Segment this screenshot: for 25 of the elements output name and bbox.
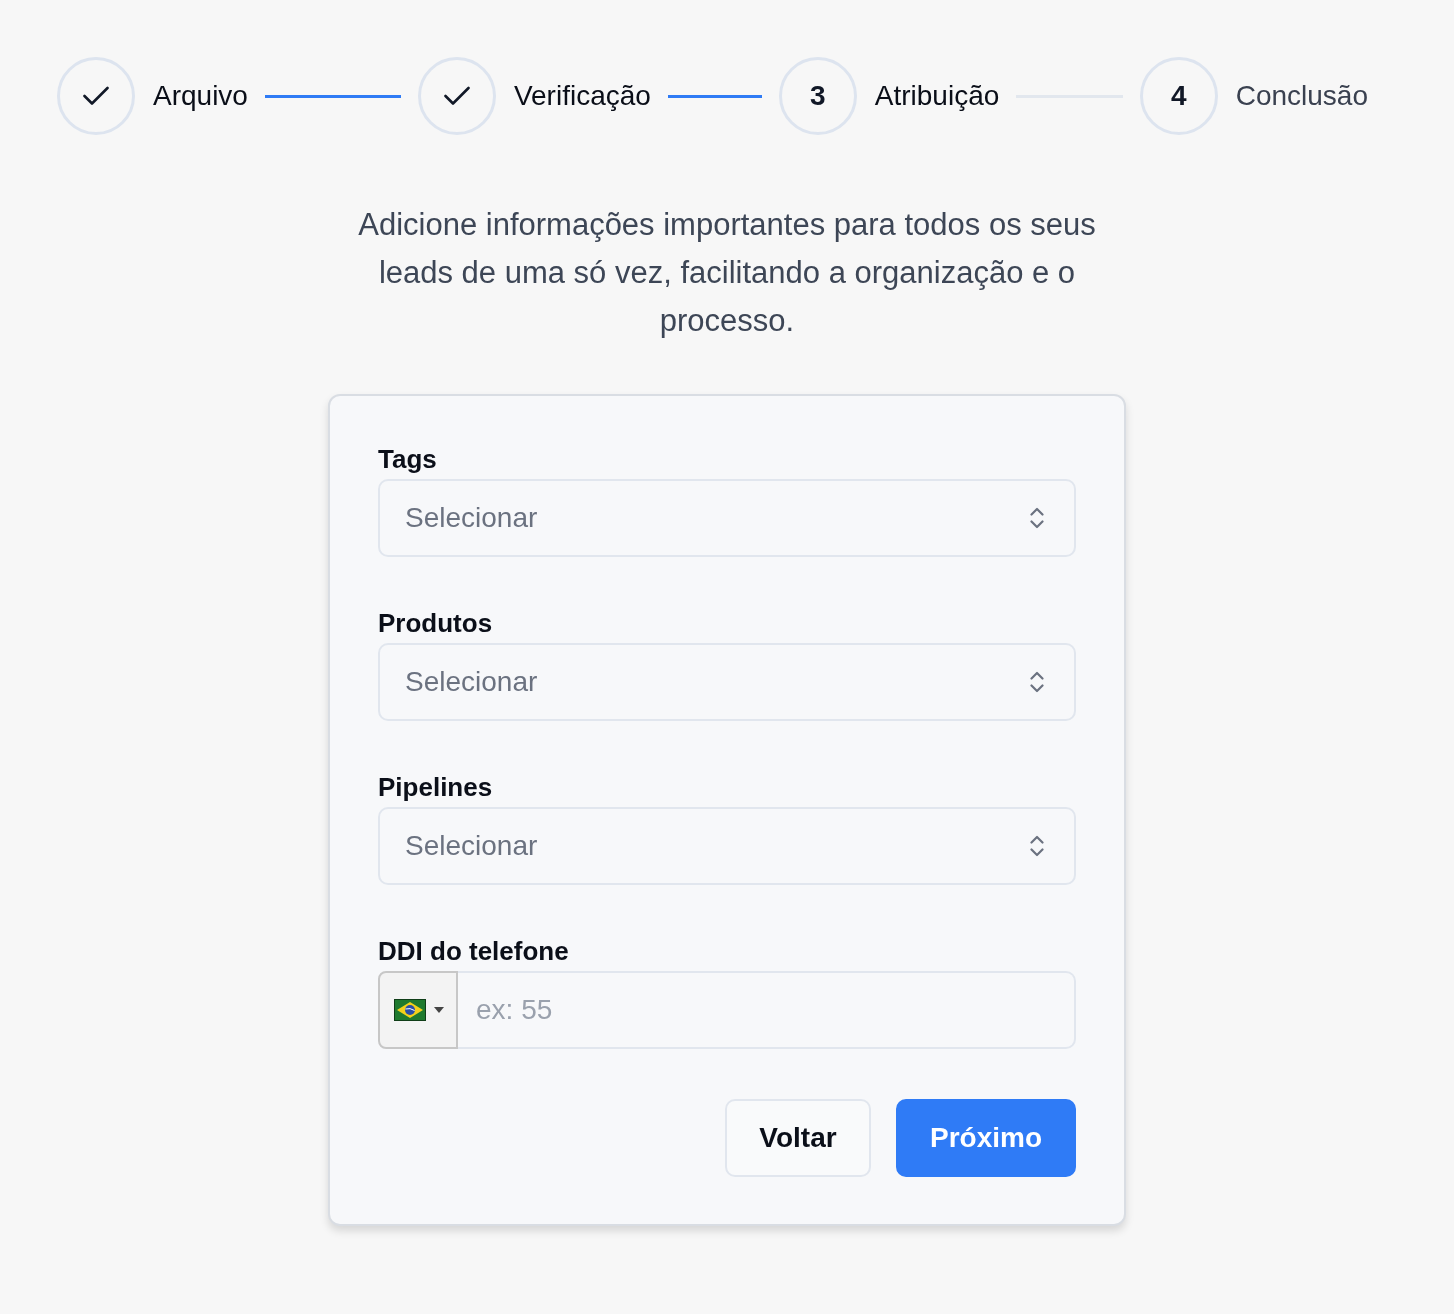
flag-icon xyxy=(394,999,426,1021)
caret-icon xyxy=(434,1007,444,1013)
phone-input[interactable]: ex: 55 xyxy=(458,971,1076,1049)
step-number: 4 xyxy=(1170,82,1187,110)
step-number: 3 xyxy=(810,82,826,110)
field-label: Pipelines xyxy=(378,771,493,804)
step-label: Conclusão xyxy=(1235,79,1368,113)
field-label: Produtos xyxy=(378,607,493,640)
chevron-updown-icon xyxy=(1030,834,1044,858)
step-label: Arquivo xyxy=(153,79,248,113)
field-label: DDI do telefone xyxy=(378,935,569,968)
chevron-updown-icon xyxy=(1030,670,1044,694)
select-field[interactable]: Selecionar xyxy=(378,807,1076,885)
step-label: Atribuição xyxy=(874,79,1000,113)
country-select[interactable] xyxy=(378,971,458,1049)
select-field[interactable]: Selecionar xyxy=(378,479,1076,557)
check-icon xyxy=(83,86,109,106)
back-button[interactable]: Voltar xyxy=(724,1099,871,1177)
select-field[interactable]: Selecionar xyxy=(378,643,1076,721)
step-label: Verificação xyxy=(513,79,651,113)
next-button[interactable]: Próximo xyxy=(895,1099,1076,1177)
description-text: Adicione informações importantes para todos os seus leads de uma só vez, facilitando a organização e o processo. xyxy=(357,206,1097,340)
chevron-updown-icon xyxy=(1030,506,1044,530)
check-icon xyxy=(443,86,470,106)
field-label: Tags xyxy=(378,443,437,476)
